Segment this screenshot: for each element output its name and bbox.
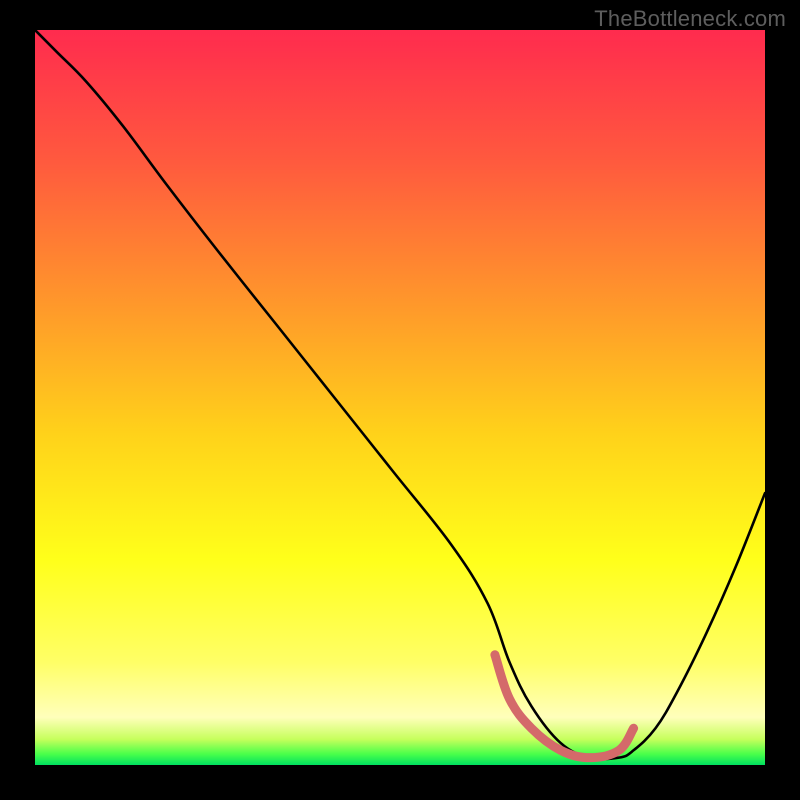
watermark-text: TheBottleneck.com [594, 6, 786, 32]
chart-background-gradient [35, 30, 765, 765]
chart-frame [35, 30, 765, 765]
bottleneck-chart [35, 30, 765, 765]
